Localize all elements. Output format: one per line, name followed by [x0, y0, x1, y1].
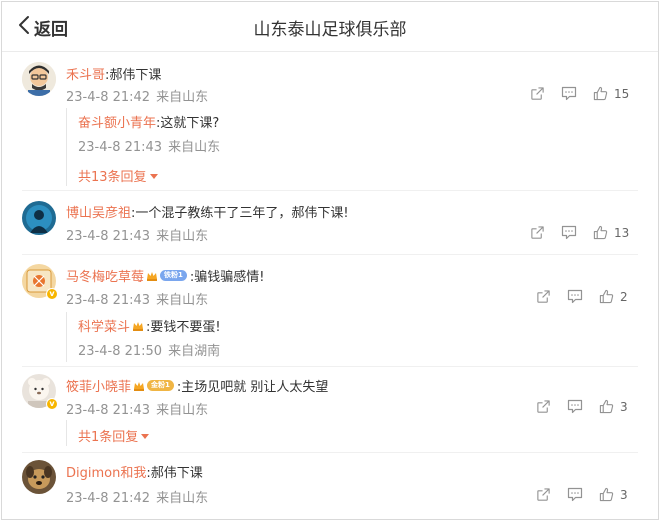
comment-time: 23-4-8 21:42 [66, 491, 151, 506]
username-link[interactable]: Digimon和我 [66, 462, 146, 481]
comment-line: 筱菲小晓菲 金粉1 :主场见吧就 别让人太失望 [66, 376, 328, 395]
comment-meta: 23-4-8 21:43 来自山东 [66, 225, 208, 244]
share-icon[interactable] [536, 487, 551, 502]
divider [22, 366, 638, 367]
reply-box: 奋斗额小青年 :这就下课? 23-4-8 21:43 来自山东 共13条回复 [66, 108, 642, 186]
comment-actions: 3 [536, 399, 628, 414]
like-button[interactable]: 15 [593, 86, 629, 101]
divider [22, 190, 638, 191]
thumbs-up-icon [599, 399, 614, 414]
comment-meta: 23-4-8 21:43 来自山东 [66, 289, 208, 308]
comment-source: 来自山东 [156, 403, 209, 418]
comment-icon[interactable] [567, 289, 583, 304]
username-link[interactable]: 禾斗哥 [66, 64, 105, 83]
like-count: 15 [614, 86, 630, 101]
reply-source: 来自湖南 [168, 344, 221, 359]
comment-meta: 23-4-8 21:42 来自山东 [66, 487, 208, 506]
reply-meta: 23-4-8 21:50 来自湖南 [78, 340, 220, 359]
comment-source: 来自山东 [156, 229, 209, 244]
divider [22, 452, 638, 453]
comment-icon[interactable] [561, 86, 577, 101]
thumbs-up-icon [593, 86, 608, 101]
avatar[interactable] [22, 460, 56, 494]
reply-text: :这就下课? [156, 116, 220, 131]
like-count: 13 [614, 225, 630, 240]
avatar[interactable] [22, 62, 56, 96]
username-link[interactable]: 筱菲小晓菲 [66, 376, 131, 395]
comment-line: 博山吴彦祖 :一个混子教练干了三年了，郝伟下课! [66, 202, 349, 221]
header-bar: 返回 山东泰山足球俱乐部 [2, 2, 658, 52]
like-count: 3 [620, 487, 628, 502]
more-replies-label: 共1条回复 [78, 430, 139, 445]
comment-time: 23-4-8 21:42 [66, 90, 151, 105]
avatar[interactable] [22, 201, 56, 235]
reply-line: 奋斗额小青年 :这就下课? [78, 112, 219, 131]
like-button[interactable]: 13 [593, 225, 629, 240]
comment-meta: 23-4-8 21:42 来自山东 [66, 86, 208, 105]
reply-box: 科学菜斗 :要钱不要蛋! 23-4-8 21:50 来自湖南 [66, 312, 642, 362]
comment-time: 23-4-8 21:43 [66, 229, 151, 244]
comment-line: 马冬梅吃草莓 铁粉1 :骗钱骗感情! [66, 266, 264, 285]
reply-line: 科学菜斗 :要钱不要蛋! [78, 316, 221, 335]
crown-icon [133, 380, 145, 392]
thumbs-up-icon [593, 225, 608, 240]
comment-source: 来自山东 [156, 491, 209, 506]
reply-source: 来自山东 [168, 140, 221, 155]
comment-source: 来自山东 [156, 90, 209, 105]
comment-icon[interactable] [561, 225, 577, 240]
caret-down-icon [141, 434, 150, 439]
divider [22, 254, 638, 255]
more-replies-link[interactable]: 共13条回复 [78, 166, 158, 185]
reply-time: 23-4-8 21:50 [78, 344, 163, 359]
like-count: 3 [620, 399, 628, 414]
like-count: 2 [620, 289, 628, 304]
username-link[interactable]: 马冬梅吃草莓 [66, 266, 144, 285]
comment-time: 23-4-8 21:43 [66, 403, 151, 418]
crown-icon [132, 320, 144, 332]
username-link[interactable]: 博山吴彦祖 [66, 202, 131, 221]
fan-level-badge: 铁粉1 [160, 270, 187, 281]
comment-text: :主场见吧就 别让人太失望 [176, 380, 329, 395]
comment-meta: 23-4-8 21:43 来自山东 [66, 399, 208, 418]
verified-badge: v [46, 288, 58, 300]
crown-icon [146, 270, 158, 282]
fan-level-badge: 金粉1 [147, 380, 174, 391]
more-replies-link[interactable]: 共1条回复 [78, 426, 150, 445]
like-button[interactable]: 3 [599, 487, 628, 502]
thumbs-up-icon [599, 487, 614, 502]
comment-actions: 3 [536, 487, 628, 502]
more-replies-label: 共13条回复 [78, 170, 147, 185]
reply-meta: 23-4-8 21:43 来自山东 [78, 136, 220, 155]
reply-text: :要钱不要蛋! [146, 320, 221, 335]
share-icon[interactable] [530, 86, 545, 101]
comment-line: 禾斗哥 :郝伟下课 [66, 64, 161, 83]
comment-text: :郝伟下课 [105, 68, 162, 83]
share-icon[interactable] [530, 225, 545, 240]
comment-actions: 15 [530, 86, 629, 101]
verified-badge: v [46, 398, 58, 410]
comment-text: :一个混子教练干了三年了，郝伟下课! [131, 206, 349, 221]
caret-down-icon [149, 174, 158, 179]
comment-line: Digimon和我 :郝伟下课 [66, 462, 203, 481]
comment-source: 来自山东 [156, 293, 209, 308]
reply-username-link[interactable]: 奋斗额小青年 [78, 112, 156, 131]
thumbs-up-icon [599, 289, 614, 304]
page-title: 山东泰山足球俱乐部 [253, 20, 407, 40]
like-button[interactable]: 3 [599, 399, 628, 414]
share-icon[interactable] [536, 399, 551, 414]
share-icon[interactable] [536, 289, 551, 304]
comment-text: :郝伟下课 [146, 466, 203, 481]
reply-username-link[interactable]: 科学菜斗 [78, 316, 130, 335]
weibo-comments-page: 返回 山东泰山足球俱乐部 禾斗哥 :郝伟下课 23-4-8 21:42 来自山东 [1, 1, 659, 520]
reply-box: 共1条回复 [66, 420, 642, 446]
comment-time: 23-4-8 21:43 [66, 293, 151, 308]
comment-text: :骗钱骗感情! [189, 270, 265, 285]
comment-actions: 13 [530, 225, 629, 240]
comment-actions: 2 [536, 289, 628, 304]
comment-icon[interactable] [567, 487, 583, 502]
reply-time: 23-4-8 21:43 [78, 140, 163, 155]
like-button[interactable]: 2 [599, 289, 628, 304]
comment-icon[interactable] [567, 399, 583, 414]
